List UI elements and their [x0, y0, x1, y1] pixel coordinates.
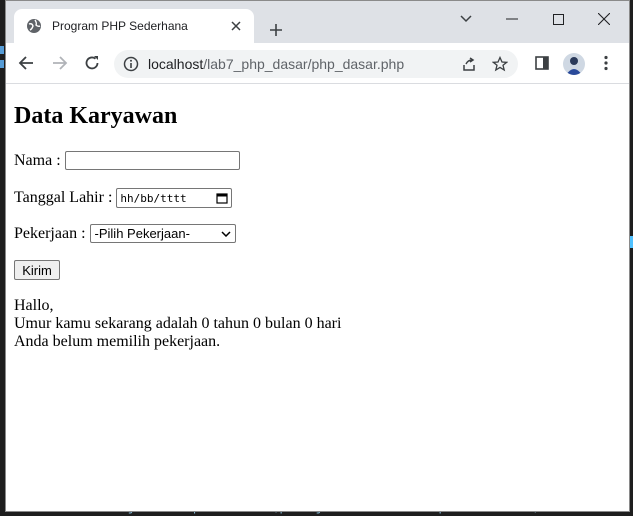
name-row: Nama :	[14, 151, 240, 170]
site-info-icon[interactable]	[122, 55, 140, 73]
side-panel-icon[interactable]	[528, 49, 556, 77]
new-tab-button[interactable]	[264, 18, 288, 42]
tab-title: Program PHP Sederhana	[52, 19, 188, 33]
page-content: Data Karyawan Nama : Tanggal Lahir : hh/…	[6, 84, 629, 511]
job-label: Pekerjaan :	[14, 224, 86, 242]
submit-button[interactable]: Kirim	[14, 260, 60, 280]
name-input[interactable]	[64, 151, 240, 170]
forward-button[interactable]	[46, 49, 74, 77]
browser-toolbar: localhost/lab7_php_dasar/php_dasar.php	[6, 43, 629, 84]
dob-row: Tanggal Lahir : hh/bb/tttt	[14, 188, 233, 208]
minimize-button[interactable]	[489, 1, 535, 37]
address-bar[interactable]: localhost/lab7_php_dasar/php_dasar.php	[114, 50, 518, 78]
url-host: localhost	[148, 56, 204, 72]
page-title: Data Karyawan	[14, 103, 178, 129]
output-job: Anda belum memilih pekerjaan.	[14, 333, 221, 350]
back-button[interactable]	[12, 49, 40, 77]
output-greeting: Hallo,	[14, 297, 54, 314]
calendar-icon[interactable]	[216, 192, 229, 204]
name-label: Nama :	[14, 151, 61, 169]
dob-label: Tanggal Lahir :	[14, 189, 113, 206]
url-path: /lab7_php_dasar/php_dasar.php	[203, 56, 405, 72]
output-age: Umur kamu sekarang adalah 0 tahun 0 bula…	[14, 315, 342, 332]
share-icon[interactable]	[459, 54, 479, 74]
close-window-button[interactable]	[581, 1, 627, 37]
maximize-button[interactable]	[535, 1, 581, 37]
bookmark-star-icon[interactable]	[490, 54, 510, 74]
browser-window: Program PHP Sederhana localhost/lab7_php…	[5, 0, 630, 512]
browser-tab[interactable]: Program PHP Sederhana	[14, 9, 254, 43]
tab-strip: Program PHP Sederhana	[6, 1, 629, 43]
globe-icon	[26, 18, 42, 34]
url-text[interactable]: localhost/lab7_php_dasar/php_dasar.php	[148, 56, 404, 72]
kebab-menu-icon[interactable]	[592, 49, 620, 77]
job-select[interactable]: -Pilih Pekerjaan-	[89, 224, 236, 243]
reload-button[interactable]	[78, 49, 106, 77]
tab-search-button[interactable]	[443, 1, 489, 37]
profile-avatar[interactable]	[563, 53, 585, 75]
dob-placeholder: hh/bb/tttt	[120, 191, 187, 205]
result-output: Hallo, Umur kamu sekarang adalah 0 tahun…	[14, 297, 341, 351]
job-selected-value: -Pilih Pekerjaan-	[94, 226, 190, 241]
job-row: Pekerjaan : -Pilih Pekerjaan-	[14, 224, 236, 243]
close-tab-icon[interactable]	[228, 18, 244, 34]
dob-input[interactable]: hh/bb/tttt	[116, 188, 233, 208]
chevron-down-icon	[221, 230, 231, 237]
